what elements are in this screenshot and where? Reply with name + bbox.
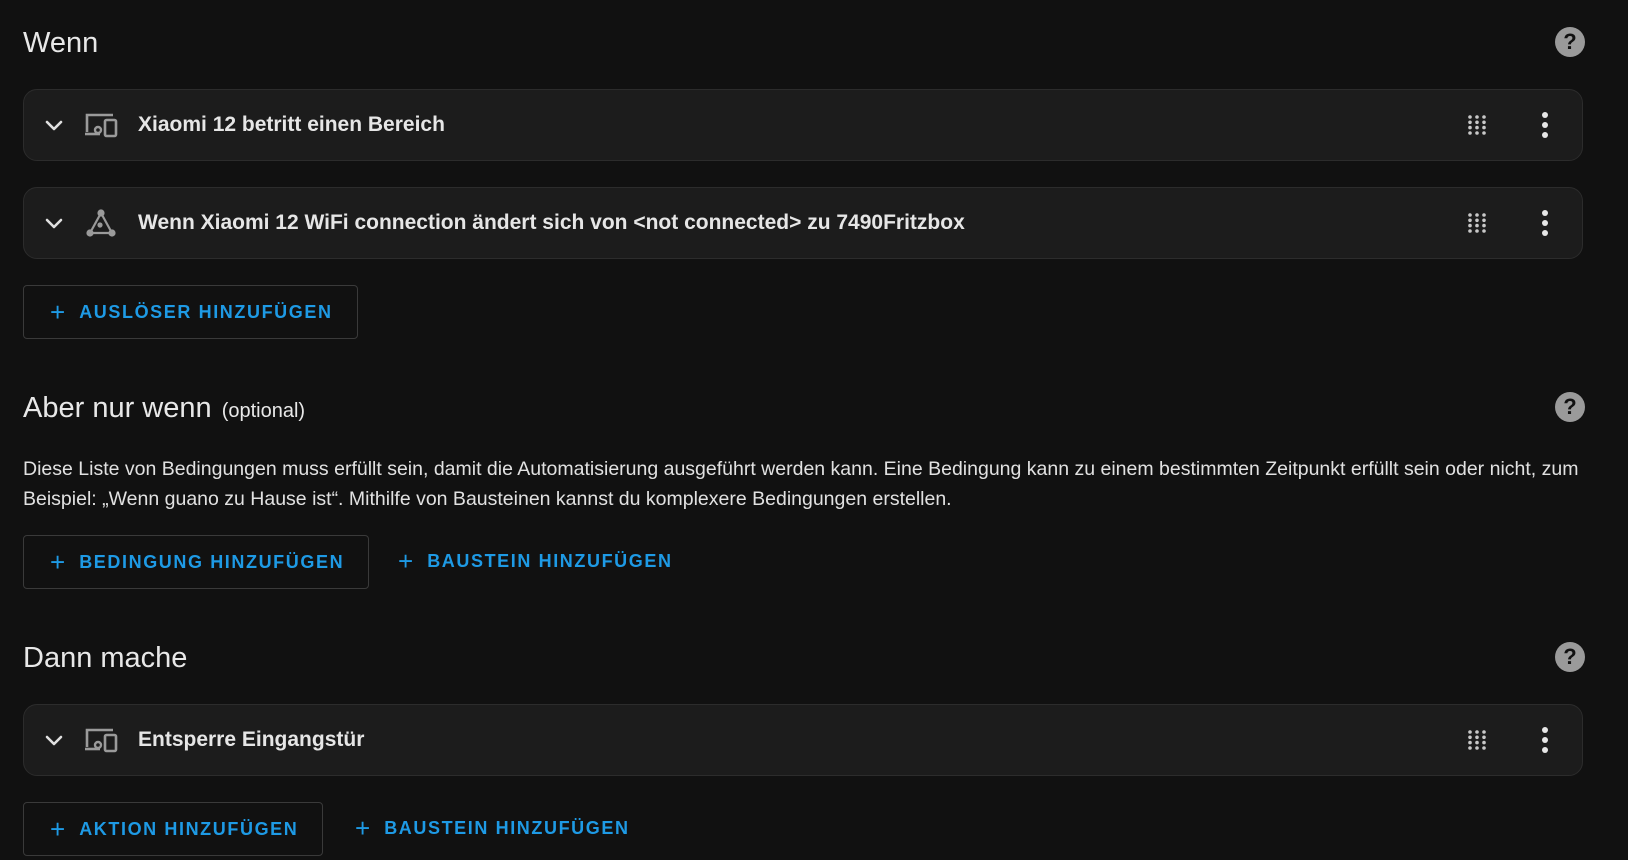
optional-label: (optional) <box>221 400 306 422</box>
add-condition-block-button[interactable]: + BAUSTEIN HINZUFÜGEN <box>372 535 697 589</box>
conditions-title: Aber nur wenn (optional) <box>23 388 305 431</box>
add-action-label: AKTION HINZUFÜGEN <box>79 819 299 839</box>
action-row[interactable]: Entsperre Eingangstür <box>23 704 1583 776</box>
trigger-row[interactable]: Xiaomi 12 betritt einen Bereich <box>23 89 1583 161</box>
state-graph-icon <box>86 209 116 237</box>
help-icon[interactable]: ? <box>1555 392 1585 422</box>
triggers-title: Wenn <box>23 27 99 59</box>
actions-title: Dann mache <box>23 642 188 674</box>
add-block-label: BAUSTEIN HINZUFÜGEN <box>384 818 630 838</box>
add-action-button[interactable]: + AKTION HINZUFÜGEN <box>23 802 324 856</box>
conditions-title-text: Aber nur wenn <box>23 392 212 424</box>
conditions-header: Aber nur wenn (optional) ? <box>23 388 1585 428</box>
automation-editor: Wenn ? Xiaomi 12 betritt einen Bereich W… <box>0 0 1628 860</box>
more-vert-icon[interactable] <box>1530 725 1560 755</box>
device-icon <box>85 728 118 753</box>
chevron-down-icon[interactable] <box>42 113 66 137</box>
help-icon[interactable]: ? <box>1555 27 1585 57</box>
plus-icon: + <box>398 546 414 576</box>
conditions-description: Diese Liste von Bedingungen muss erfüllt… <box>23 458 1579 510</box>
drag-handle-icon[interactable] <box>1466 114 1488 136</box>
more-vert-icon[interactable] <box>1530 208 1560 238</box>
add-trigger-button[interactable]: + AUSLÖSER HINZUFÜGEN <box>23 285 358 339</box>
add-condition-label: BEDINGUNG HINZUFÜGEN <box>79 552 345 572</box>
add-condition-button[interactable]: + BEDINGUNG HINZUFÜGEN <box>23 535 370 589</box>
chevron-down-icon[interactable] <box>42 728 66 752</box>
plus-icon: + <box>50 814 66 844</box>
plus-icon: + <box>50 547 66 577</box>
more-vert-icon[interactable] <box>1530 110 1560 140</box>
triggers-header: Wenn ? <box>23 23 1585 63</box>
drag-handle-icon[interactable] <box>1466 212 1488 234</box>
actions-header: Dann mache ? <box>23 638 1585 678</box>
add-block-label: BAUSTEIN HINZUFÜGEN <box>427 551 673 571</box>
plus-icon: + <box>355 813 371 843</box>
add-trigger-label: AUSLÖSER HINZUFÜGEN <box>79 302 333 322</box>
plus-icon: + <box>50 297 66 327</box>
chevron-down-icon[interactable] <box>42 211 66 235</box>
trigger-label: Wenn Xiaomi 12 WiFi connection ändert si… <box>138 211 965 234</box>
trigger-row[interactable]: Wenn Xiaomi 12 WiFi connection ändert si… <box>23 187 1583 259</box>
action-label: Entsperre Eingangstür <box>138 728 365 751</box>
add-action-block-button[interactable]: + BAUSTEIN HINZUFÜGEN <box>329 802 654 856</box>
drag-handle-icon[interactable] <box>1466 729 1488 751</box>
help-icon[interactable]: ? <box>1555 642 1585 672</box>
device-icon <box>85 113 118 138</box>
trigger-label: Xiaomi 12 betritt einen Bereich <box>138 113 445 136</box>
